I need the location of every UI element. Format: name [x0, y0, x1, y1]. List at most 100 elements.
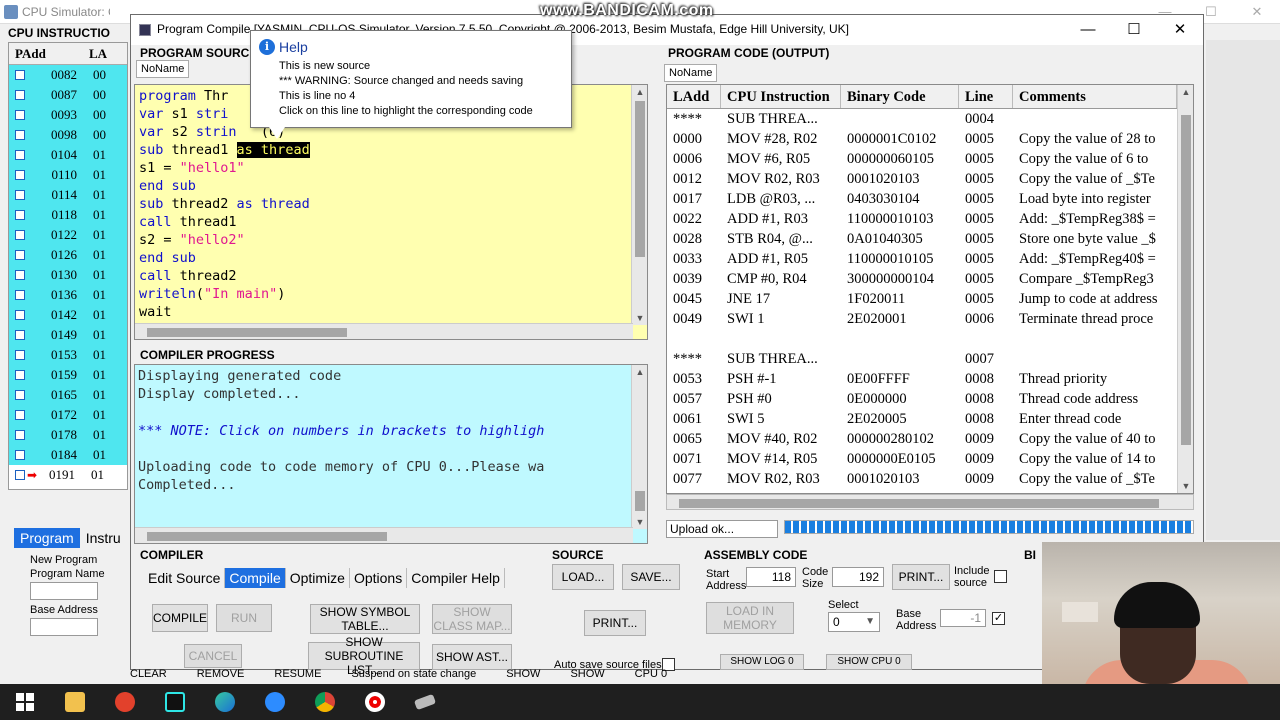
scroll-up-icon[interactable]: ▲ — [1178, 85, 1193, 99]
output-horizontal-scrollbar[interactable] — [666, 494, 1194, 510]
show-cpu-button[interactable]: SHOW CPU 0 — [826, 654, 912, 670]
scroll-thumb[interactable] — [147, 328, 347, 337]
show-subroutine-list-button[interactable]: SHOW SUBROUTINE LIST... — [308, 635, 420, 677]
binary-code-column-header[interactable]: Binary Code — [841, 85, 959, 108]
comments-column-header[interactable]: Comments — [1013, 85, 1177, 108]
source-print-button[interactable]: PRINT... — [584, 610, 646, 636]
table-row[interactable]: 0087 00 — [9, 85, 127, 105]
row-checkbox[interactable] — [15, 390, 25, 400]
row-checkbox[interactable] — [15, 310, 25, 320]
base-address-checkbox[interactable]: ✓ — [992, 612, 1005, 625]
source-vertical-scrollbar[interactable]: ▲ ▼ — [631, 85, 647, 325]
table-row[interactable]: 0045 JNE 17 1F020011 0005 Jump to code at ad… — [667, 289, 1193, 309]
record-icon[interactable] — [350, 684, 400, 720]
assembly-print-button[interactable]: PRINT... — [892, 564, 950, 590]
table-row[interactable]: 0006 MOV #6, R05 000000060105 0005 Copy the … — [667, 149, 1193, 169]
tab-optimize[interactable]: Optimize — [286, 568, 350, 588]
table-row[interactable]: 0165 01 — [9, 385, 127, 405]
row-checkbox[interactable] — [15, 350, 25, 360]
file-explorer-icon[interactable] — [50, 684, 100, 720]
table-row[interactable]: 0126 01 — [9, 245, 127, 265]
edge-icon[interactable] — [200, 684, 250, 720]
table-row[interactable]: 0065 MOV #40, R02 000000280102 0009 Copy the… — [667, 429, 1193, 449]
start-address-field[interactable]: 118 — [746, 567, 796, 587]
show-button[interactable]: SHOW — [570, 668, 604, 680]
scroll-thumb[interactable] — [635, 101, 645, 257]
row-checkbox[interactable] — [15, 370, 25, 380]
row-checkbox[interactable] — [15, 150, 25, 160]
load-button[interactable]: LOAD... — [552, 564, 614, 590]
padd-column-header[interactable]: PAdd — [9, 43, 89, 64]
row-checkbox[interactable] — [15, 210, 25, 220]
table-row[interactable]: 0012 MOV R02, R03 0001020103 0005 Copy the v… — [667, 169, 1193, 189]
table-row[interactable]: 0093 00 — [9, 105, 127, 125]
resume-button[interactable]: RESUME — [274, 668, 321, 680]
table-row[interactable]: 0017 LDB @R03, ... 0403030104 0005 Load byte… — [667, 189, 1193, 209]
assembly-base-address-field[interactable]: -1 — [940, 609, 986, 627]
save-button[interactable]: SAVE... — [622, 564, 680, 590]
show-class-map-button[interactable]: SHOW CLASS MAP... — [432, 604, 512, 634]
table-row[interactable]: 0039 CMP #0, R04 300000000104 0005 Compare _… — [667, 269, 1193, 289]
include-source-checkbox[interactable] — [994, 570, 1007, 583]
tab-compile[interactable]: Compile — [225, 568, 286, 588]
table-row[interactable]: 0053 PSH #-1 0E00FFFF 0008 Thread priority — [667, 369, 1193, 389]
show-log-button[interactable]: SHOW LOG 0 — [720, 654, 804, 670]
source-line[interactable]: sub thread2 as thread — [139, 195, 310, 213]
tab-compiler-help[interactable]: Compiler Help — [407, 568, 505, 588]
table-row[interactable]: 0098 00 — [9, 125, 127, 145]
table-row[interactable]: 0049 SWI 1 2E020001 0006 Terminate thread pr… — [667, 309, 1193, 329]
row-checkbox[interactable] — [15, 190, 25, 200]
table-row[interactable]: 0057 PSH #0 0E000000 0008 Thread code addres… — [667, 389, 1193, 409]
table-row[interactable]: 0000 MOV #28, R02 0000001C0102 0005 Copy the… — [667, 129, 1193, 149]
app-red-icon[interactable] — [100, 684, 150, 720]
scroll-up-icon[interactable]: ▲ — [632, 85, 647, 99]
output-vertical-scrollbar[interactable]: ▲ ▼ — [1177, 85, 1193, 493]
ladd-column-header[interactable]: LAdd — [667, 85, 721, 108]
table-row[interactable]: 0082 00 — [9, 65, 127, 85]
table-row[interactable]: ➡ 0191 01 — [9, 465, 127, 485]
base-address-input[interactable] — [30, 618, 98, 636]
scroll-down-icon[interactable]: ▼ — [1178, 479, 1193, 493]
tiktok-icon[interactable] — [150, 684, 200, 720]
show-button[interactable]: SHOW — [506, 668, 540, 680]
row-checkbox[interactable] — [15, 410, 25, 420]
zoom-icon[interactable] — [250, 684, 300, 720]
progress-vertical-scrollbar[interactable]: ▲ ▼ — [631, 365, 647, 529]
table-row[interactable]: 0142 01 — [9, 305, 127, 325]
row-checkbox[interactable] — [15, 170, 25, 180]
table-row[interactable]: 0172 01 — [9, 405, 127, 425]
tab-instructions[interactable]: Instru — [80, 528, 127, 548]
clear-button[interactable]: CLEAR — [130, 668, 167, 680]
tab-edit-source[interactable]: Edit Source — [144, 568, 226, 588]
scroll-down-icon[interactable]: ▼ — [632, 311, 647, 325]
remove-button[interactable]: REMOVE — [197, 668, 245, 680]
program-code-output-table[interactable]: LAdd CPU Instruction Binary Code Line Co… — [666, 84, 1194, 494]
source-line[interactable]: sub thread1 as thread — [139, 141, 310, 159]
table-row[interactable]: 0114 01 — [9, 185, 127, 205]
source-line[interactable]: wait — [139, 303, 310, 321]
scroll-up-icon[interactable]: ▲ — [632, 365, 647, 379]
cpu-sim-icon[interactable] — [400, 684, 450, 720]
row-checkbox[interactable] — [15, 450, 25, 460]
run-button[interactable]: RUN — [216, 604, 272, 632]
cpu-simulator-tab[interactable]: CPU Simulator: C — [0, 2, 110, 22]
cancel-button[interactable]: CANCEL — [184, 644, 242, 668]
table-row[interactable]: 0159 01 — [9, 365, 127, 385]
table-row[interactable]: 0184 01 — [9, 445, 127, 465]
row-checkbox[interactable] — [15, 270, 25, 280]
table-row[interactable]: 0061 SWI 5 2E020005 0008 Enter thread code — [667, 409, 1193, 429]
row-checkbox[interactable] — [15, 430, 25, 440]
table-row[interactable]: 0178 01 — [9, 425, 127, 445]
row-checkbox[interactable] — [15, 290, 25, 300]
source-doc-tab[interactable]: NoName — [136, 60, 190, 78]
source-line[interactable]: s2 = "hello2" — [139, 231, 310, 249]
close-icon[interactable]: ✕ — [1234, 0, 1280, 24]
la-column-header[interactable]: LA — [89, 43, 107, 64]
compile-button[interactable]: COMPILE — [152, 604, 208, 632]
tab-program[interactable]: Program — [14, 528, 80, 548]
source-horizontal-scrollbar[interactable] — [135, 323, 633, 339]
table-row[interactable]: 0077 MOV R02, R03 0001020103 0009 Copy the v… — [667, 469, 1193, 489]
cpu-instructions-table[interactable]: PAdd LA 0082 00 0087 00 0093 00 0098 00 0104 01 01… — [8, 42, 128, 490]
table-row[interactable]: 0033 ADD #1, R05 110000010105 0005 Add: _$Te… — [667, 249, 1193, 269]
table-row[interactable]: 0153 01 — [9, 345, 127, 365]
